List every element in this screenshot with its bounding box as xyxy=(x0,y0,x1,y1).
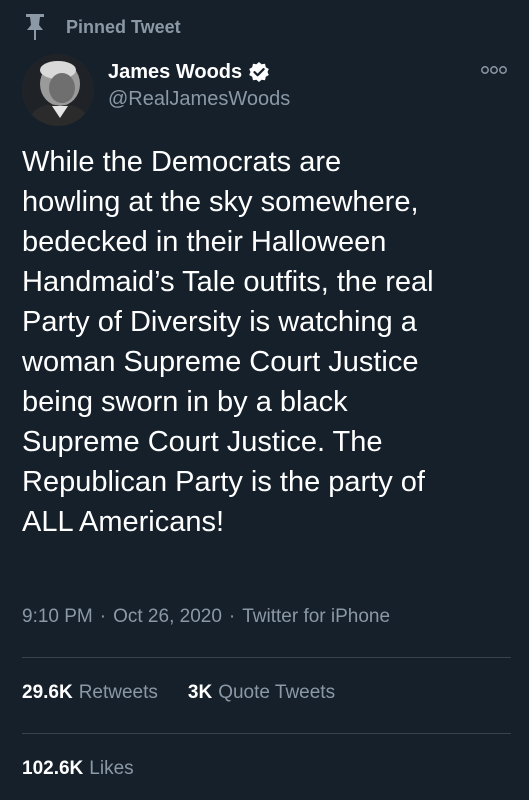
avatar[interactable] xyxy=(22,54,94,126)
retweets-label: Retweets xyxy=(78,682,158,703)
likes-count: 102.6K xyxy=(22,758,84,779)
verified-badge-icon xyxy=(248,61,270,83)
likes-stat[interactable]: 102.6K Likes xyxy=(22,758,134,780)
meta-separator: · xyxy=(99,606,107,627)
name-row: James Woods xyxy=(108,58,290,86)
author-handle[interactable]: @RealJamesWoods xyxy=(108,88,290,111)
retweets-count: 29.6K xyxy=(22,682,73,703)
pinned-tweet-header: Pinned Tweet xyxy=(22,12,181,42)
quote-tweets-count: 3K xyxy=(187,682,213,703)
likes-label: Likes xyxy=(89,758,134,779)
tweet-time[interactable]: 9:10 PM xyxy=(22,606,93,628)
tweet-detail-page: Pinned Tweet James Woods @RealJamesWoods xyxy=(0,0,529,800)
pinned-tweet-label: Pinned Tweet xyxy=(66,16,181,37)
tweet-source[interactable]: Twitter for iPhone xyxy=(242,606,390,628)
tweet-text: While the Democrats are howling at the s… xyxy=(22,146,434,538)
divider xyxy=(22,657,511,658)
tweet-metadata: 9:10 PM · Oct 26, 2020 · Twitter for iPh… xyxy=(22,606,390,628)
author-display-name[interactable]: James Woods xyxy=(108,61,242,84)
retweets-stat[interactable]: 29.6K Retweets xyxy=(22,682,158,704)
author-info: James Woods @RealJamesWoods xyxy=(108,58,290,111)
tweet-date[interactable]: Oct 26, 2020 xyxy=(113,606,222,628)
meta-separator: · xyxy=(228,606,236,627)
quote-tweets-stat[interactable]: 3K Quote Tweets xyxy=(188,682,335,704)
divider xyxy=(22,733,511,734)
more-options-icon[interactable] xyxy=(479,62,509,78)
quote-tweets-label: Quote Tweets xyxy=(218,682,336,703)
pin-icon xyxy=(22,12,48,42)
engagement-stats: 29.6K Retweets 3K Quote Tweets xyxy=(22,682,365,704)
